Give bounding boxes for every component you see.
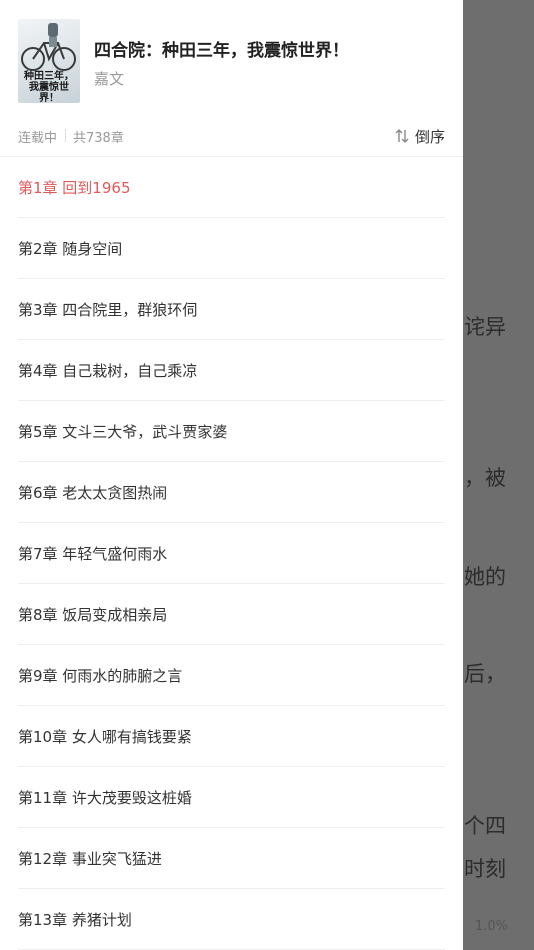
chapter-count: 共738章 (73, 131, 124, 146)
chapter-item[interactable]: 第12章 事业突飞猛进 (18, 828, 445, 889)
book-header: 种田三年，我震惊世界！ 四合院：种田三年，我震惊世界！ 嘉文 (0, 0, 463, 116)
chapter-drawer: 种田三年，我震惊世界！ 四合院：种田三年，我震惊世界！ 嘉文 连载中 共738章… (0, 0, 463, 950)
chapter-title: 第12章 事业突飞猛进 (18, 850, 162, 868)
chapter-item[interactable]: 第5章 文斗三大爷，武斗贾家婆 (18, 401, 445, 462)
meta-divider (65, 129, 66, 142)
reader-text-fragment: ，被 (464, 466, 506, 490)
reader-text-fragment: 诧异 (464, 315, 506, 339)
chapter-title: 第4章 自己栽树，自己乘凉 (18, 362, 198, 380)
sort-order-icon (395, 129, 409, 143)
chapter-item[interactable]: 第1章 回到1965 (18, 157, 445, 218)
chapter-title: 第10章 女人哪有搞钱要紧 (18, 728, 192, 746)
serial-status: 连载中 (18, 131, 58, 146)
chapter-item[interactable]: 第8章 饭局变成相亲局 (18, 584, 445, 645)
chapter-title: 第1章 回到1965 (18, 179, 131, 197)
reading-progress: 1.0% (474, 919, 508, 934)
book-author: 嘉文 (94, 70, 125, 88)
chapter-item[interactable]: 第10章 女人哪有搞钱要紧 (18, 706, 445, 767)
sort-order-button[interactable]: 倒序 (394, 124, 445, 148)
book-cover[interactable]: 种田三年，我震惊世界！ (18, 19, 80, 103)
reader-text-fragment: 个四 (464, 814, 506, 838)
chapter-item[interactable]: 第3章 四合院里，群狼环伺 (18, 279, 445, 340)
chapter-list: 第1章 回到1965 第2章 随身空间 第3章 四合院里，群狼环伺 第4章 自己… (0, 157, 463, 950)
chapter-title: 第8章 饭局变成相亲局 (18, 606, 168, 624)
sort-order-label: 倒序 (414, 127, 445, 146)
chapter-title: 第3章 四合院里，群狼环伺 (18, 301, 198, 319)
chapter-title: 第11章 许大茂要毁这桩婚 (18, 789, 192, 807)
chapter-title: 第5章 文斗三大爷，武斗贾家婆 (18, 423, 228, 441)
reader-text-fragment: 她的 (464, 565, 506, 589)
chapter-title: 第2章 随身空间 (18, 240, 123, 258)
cover-title: 种田三年，我震惊世界！ (24, 71, 74, 103)
chapter-item[interactable]: 第2章 随身空间 (18, 218, 445, 279)
chapter-item[interactable]: 第7章 年轻气盛何雨水 (18, 523, 445, 584)
chapter-item[interactable]: 第9章 何雨水的肺腑之言 (18, 645, 445, 706)
chapter-title: 第13章 养猪计划 (18, 911, 132, 929)
chapter-title: 第9章 何雨水的肺腑之言 (18, 667, 183, 685)
chapter-title: 第7章 年轻气盛何雨水 (18, 545, 168, 563)
reader-text-fragment: 时刻 (464, 857, 506, 881)
chapter-item[interactable]: 第13章 养猪计划 (18, 889, 445, 950)
chapter-item[interactable]: 第4章 自己栽树，自己乘凉 (18, 340, 445, 401)
book-meta-row: 连载中 共738章 倒序 (0, 116, 463, 157)
book-title: 四合院：种田三年，我震惊世界！ (94, 41, 349, 61)
chapter-item[interactable]: 第11章 许大茂要毁这桩婚 (18, 767, 445, 828)
chapter-item[interactable]: 第6章 老太太贪图热闹 (18, 462, 445, 523)
chapter-title: 第6章 老太太贪图热闹 (18, 484, 168, 502)
